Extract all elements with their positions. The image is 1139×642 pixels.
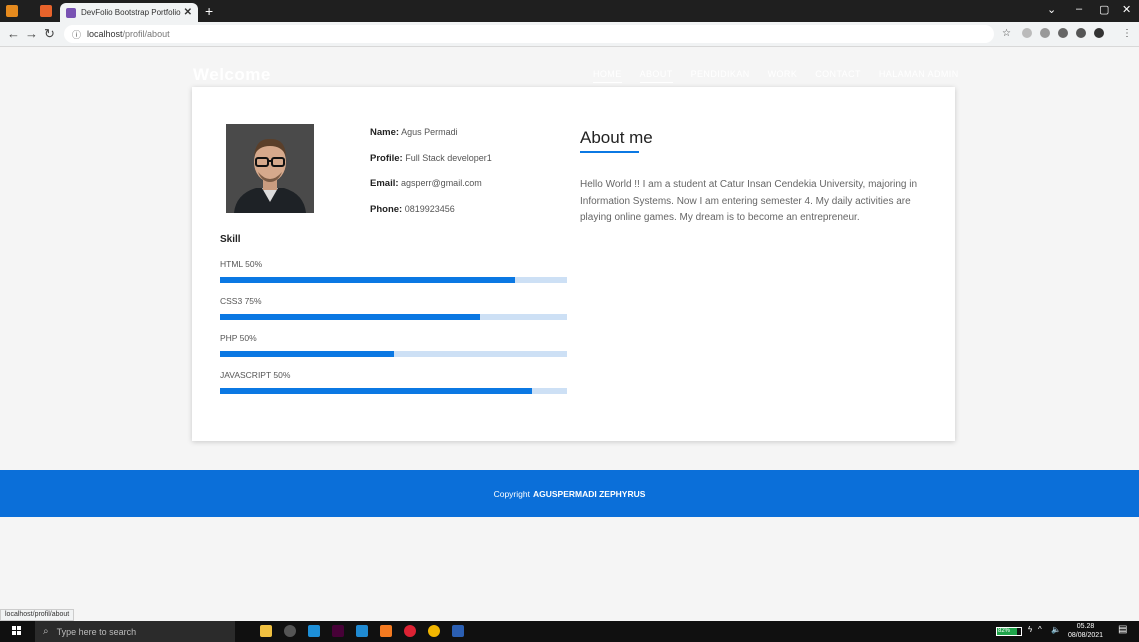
profile-photo: [226, 124, 314, 213]
skill-php: PHP 50%: [220, 333, 567, 357]
progress-track: [220, 388, 567, 394]
about-paragraph: Hello World !! I am a student at Catur I…: [580, 179, 918, 223]
chevron-down-icon[interactable]: ⌄: [1047, 3, 1056, 16]
browser-address-bar: ← → ↻ ⓘ localhost/profil/about ☆ ⋮: [0, 22, 1139, 47]
maximize-icon[interactable]: ▢: [1099, 3, 1109, 16]
back-icon[interactable]: ←: [7, 26, 20, 41]
top-navigation: HOME ABOUT PENDIDIKAN WORK CONTACT HALAM…: [593, 69, 959, 83]
status-url-tooltip: localhost/profil/about: [0, 609, 75, 621]
skill-heading: Skill: [220, 234, 241, 245]
tab-title: DevFolio Bootstrap Portfolio Tem: [81, 8, 181, 17]
obs-icon[interactable]: [284, 625, 296, 637]
phone-label: Phone:: [370, 203, 403, 215]
skill-label: JAVASCRIPT 50%: [220, 370, 291, 380]
nav-home[interactable]: HOME: [593, 69, 622, 83]
app-icon-2[interactable]: [40, 5, 52, 17]
browser-tab-bar: DevFolio Bootstrap Portfolio Tem ✕ + ⌄ –…: [0, 0, 1139, 22]
window-close-icon[interactable]: ✕: [1122, 3, 1131, 16]
name-label: Name:: [370, 127, 400, 138]
progress-fill: [220, 314, 481, 320]
progress-fill: [220, 351, 394, 357]
profile-info: Name: Agus Permadi Profile: Full Stack d…: [370, 127, 492, 229]
xampp-icon[interactable]: [380, 625, 392, 637]
info-email: Email: agsperr@gmail.com: [370, 178, 492, 204]
progress-track: [220, 277, 567, 283]
skill-label: HTML 50%: [220, 259, 263, 269]
copyright-prefix: Copyright: [493, 488, 530, 499]
progress-track: [220, 351, 567, 357]
profile-value: Full Stack developer1: [405, 152, 492, 163]
nav-work[interactable]: WORK: [768, 69, 798, 83]
info-icon[interactable]: ⓘ: [72, 28, 81, 41]
tab-close-icon[interactable]: ✕: [184, 7, 192, 18]
skill-label: CSS3 75%: [220, 296, 262, 306]
skill-label: PHP 50%: [220, 333, 257, 343]
info-phone: Phone: 0819923456: [370, 204, 492, 230]
profile-icon[interactable]: [1076, 28, 1086, 38]
menu-kebab-icon[interactable]: ⋮: [1122, 28, 1132, 39]
phone-value: 0819923456: [404, 203, 455, 214]
email-label: Email:: [370, 178, 399, 189]
footer: Copyright AGUSPERMADI ZEPHYRUS: [0, 470, 1139, 517]
nav-halaman-admin[interactable]: HALAMAN ADMIN: [879, 69, 959, 83]
info-profile: Profile: Full Stack developer1: [370, 153, 492, 179]
taskbar-clock[interactable]: 05.28 08/08/2021: [1068, 622, 1103, 640]
about-card: Name: Agus Permadi Profile: Full Stack d…: [192, 87, 955, 441]
reload-icon[interactable]: ↻: [44, 26, 55, 42]
adobe-xd-icon[interactable]: [332, 625, 344, 637]
email-value: agsperr@gmail.com: [401, 178, 482, 188]
progress-fill: [220, 277, 515, 283]
record-icon[interactable]: [404, 625, 416, 637]
bootstrap-icon: [66, 7, 76, 18]
minimize-icon[interactable]: –: [1076, 3, 1082, 15]
new-tab-icon[interactable]: +: [205, 3, 213, 19]
search-placeholder: Type here to search: [56, 626, 137, 637]
skill-html: HTML 50%: [220, 259, 567, 283]
about-heading: About me: [580, 128, 653, 147]
name-value: Agus Permadi: [401, 127, 458, 137]
nav-about[interactable]: ABOUT: [639, 69, 673, 83]
skill-javascript: JAVASCRIPT 50%: [220, 370, 567, 394]
page-body: Welcome HOME ABOUT PENDIDIKAN WORK CONTA…: [0, 47, 1139, 605]
progress-track: [220, 314, 567, 320]
app-icon-1[interactable]: [6, 5, 18, 17]
clock-time: 05.28: [1076, 623, 1095, 630]
extension-icon-2[interactable]: [1040, 28, 1050, 38]
url-input[interactable]: ⓘ localhost/profil/about: [64, 25, 994, 43]
brand-logo[interactable]: Welcome: [193, 65, 271, 85]
bookmark-star-icon[interactable]: ☆: [1002, 28, 1011, 39]
heading-underline: [580, 151, 639, 153]
volume-icon[interactable]: 🔈: [1051, 625, 1061, 634]
copyright-owner: AGUSPERMADI ZEPHYRUS: [532, 488, 646, 499]
windows-start-icon[interactable]: [12, 626, 22, 636]
clock-date: 08/08/2021: [1068, 632, 1104, 639]
search-icon: ⌕: [43, 626, 49, 637]
forward-icon[interactable]: →: [25, 26, 38, 41]
file-explorer-icon[interactable]: [260, 625, 272, 637]
info-name: Name: Agus Permadi: [370, 127, 492, 153]
battery-indicator[interactable]: 82%: [996, 627, 1022, 636]
battery-level: 82%: [997, 628, 1017, 635]
extensions-puzzle-icon[interactable]: [1058, 28, 1068, 38]
browser-tab[interactable]: DevFolio Bootstrap Portfolio Tem ✕: [60, 3, 198, 22]
nav-pendidikan[interactable]: PENDIDIKAN: [691, 69, 750, 83]
word-icon[interactable]: [452, 625, 464, 637]
laragon-icon[interactable]: [308, 625, 320, 637]
notifications-icon[interactable]: ▤: [1118, 624, 1127, 635]
profile-label: Profile:: [370, 152, 403, 164]
taskbar-search-input[interactable]: ⌕ Type here to search: [35, 621, 235, 642]
vscode-icon[interactable]: [356, 625, 368, 637]
tray-chevron-icon[interactable]: ^: [1038, 625, 1042, 634]
extension-icon-1[interactable]: [1022, 28, 1032, 38]
portrait-image: [226, 124, 314, 213]
progress-fill: [220, 388, 533, 394]
avatar[interactable]: [1094, 28, 1104, 38]
nav-contact[interactable]: CONTACT: [815, 69, 861, 83]
skill-css3: CSS3 75%: [220, 296, 567, 320]
windows-taskbar: ⌕ Type here to search 82% ϟ ^ 🔈 05.28 08…: [0, 621, 1139, 642]
url-host: localhost: [87, 29, 123, 39]
url-path: /profil/about: [122, 29, 170, 39]
chrome-icon[interactable]: [428, 625, 440, 637]
power-icon[interactable]: ϟ: [1028, 625, 1032, 634]
